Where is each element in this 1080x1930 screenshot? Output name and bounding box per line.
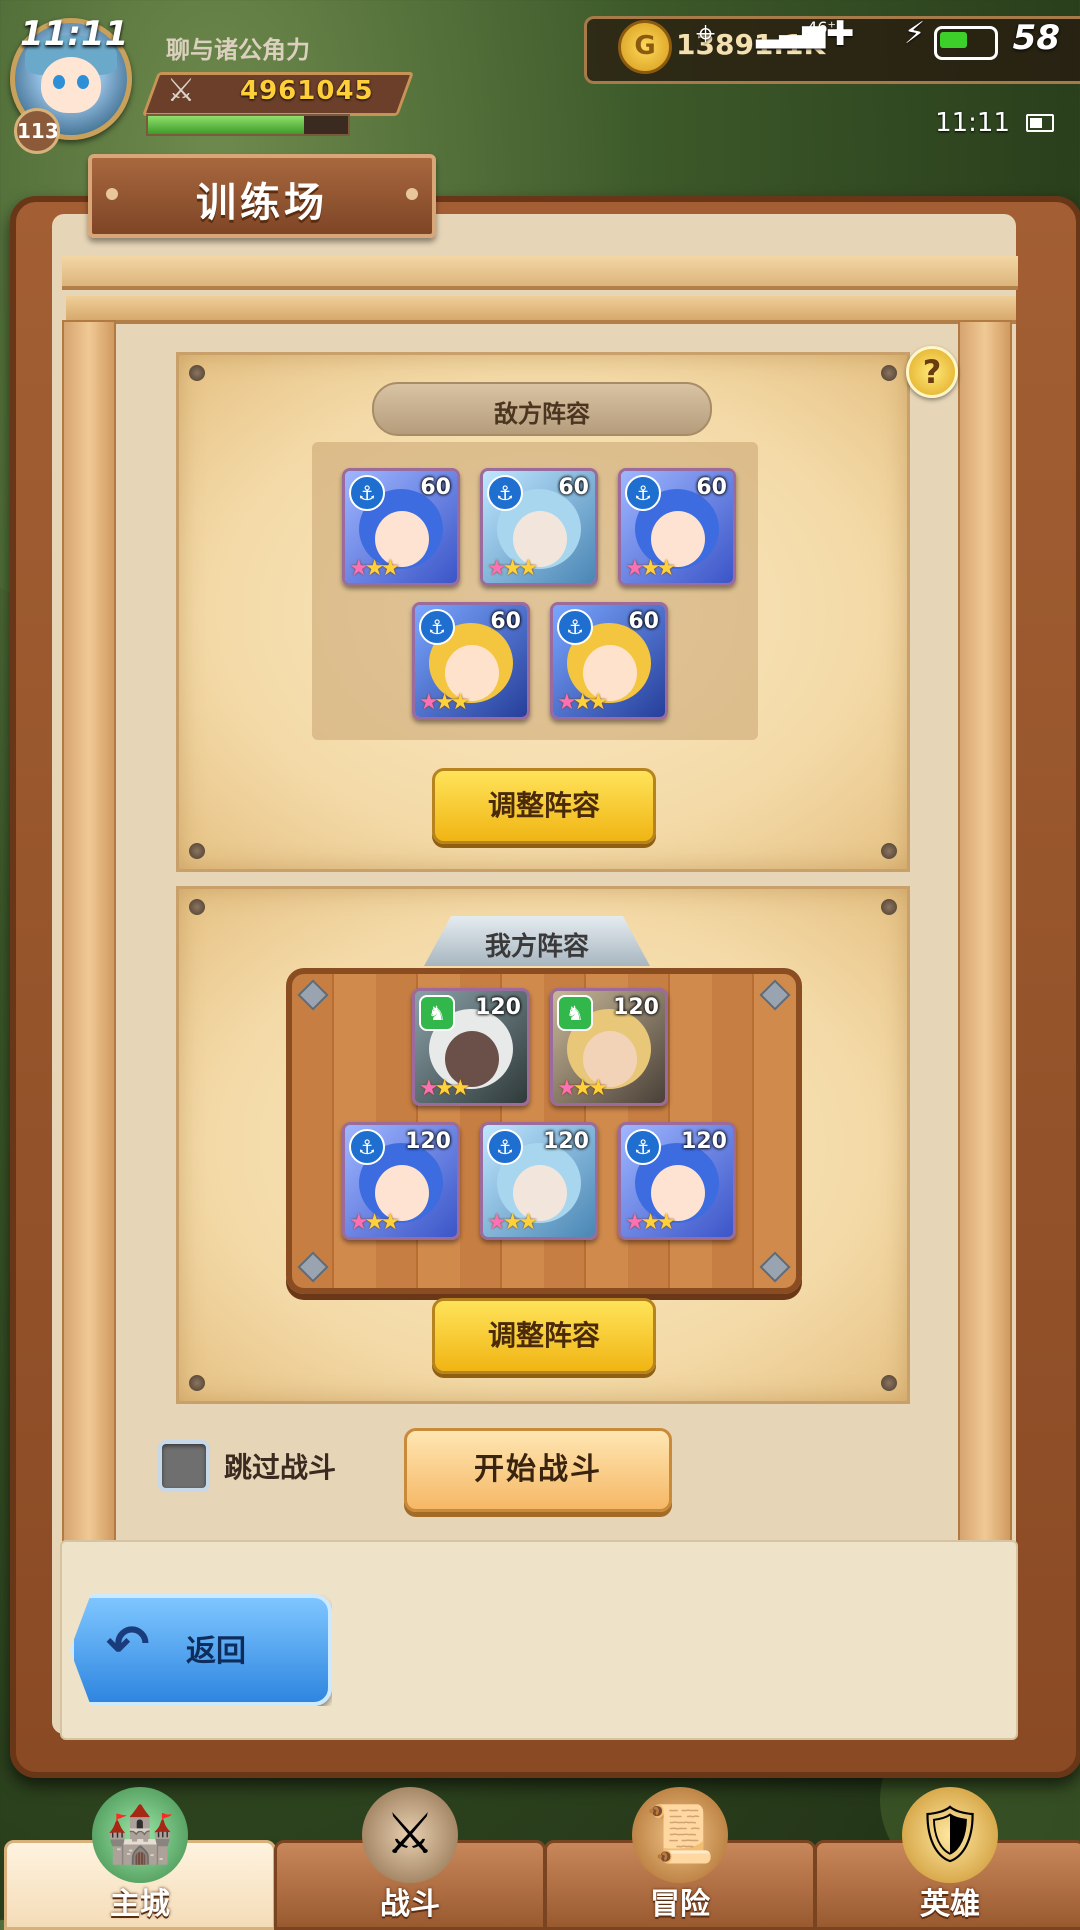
xp-bar (146, 114, 350, 136)
hero-level: 120 (405, 1129, 451, 1154)
nav-tab[interactable]: 🛡 英雄 (814, 1787, 1080, 1930)
bottom-nav: 🏰 主城 ⚔ 战斗 📜 冒险 🛡 英雄 (0, 1787, 1080, 1930)
left-pillar (62, 320, 116, 1574)
hero-level: 60 (490, 609, 521, 634)
crossed-swords-icon: ⚔ (166, 71, 196, 109)
page-title: 训练场 (196, 180, 328, 226)
anchor-class-icon: ⚓ (487, 1129, 523, 1165)
anchor-class-icon: ⚓ (487, 475, 523, 511)
beast-class-icon: ♞ (419, 995, 455, 1031)
ally-hero-card[interactable]: ⚓ 120 ★★★ (480, 1122, 598, 1240)
back-label: 返回 (186, 1634, 246, 1669)
enemy-hero-card[interactable]: ⚓ 60 ★★★ (342, 468, 460, 586)
ally-hero-card[interactable]: ♞ 120 ★★★ (550, 988, 668, 1106)
nav-tab-label: 英雄 (920, 1887, 980, 1922)
combat-power-value: 4961045 (240, 76, 374, 106)
hero-level: 60 (696, 475, 727, 500)
adjust-ally-lineup-button[interactable]: 调整阵容 (432, 1298, 656, 1374)
back-arrow-icon: ↶ (106, 1615, 150, 1675)
hero-stars: ★★★ (557, 690, 608, 715)
ally-lineup-label: 我方阵容 (484, 932, 589, 962)
anchor-class-icon: ⚓ (419, 609, 455, 645)
adjust-enemy-lineup-button[interactable]: 调整阵容 (432, 768, 656, 844)
hero-stars: ★★★ (625, 1210, 676, 1235)
ally-hero-card[interactable]: ⚓ 120 ★★★ (342, 1122, 460, 1240)
xp-bar-fill (148, 116, 304, 134)
battery-level: 58 (1012, 18, 1060, 58)
beast-class-icon: ♞ (557, 995, 593, 1031)
enemy-hero-card[interactable]: ⚓ 60 ★★★ (550, 602, 668, 720)
hero-stars: ★★★ (487, 556, 538, 581)
hero-stars: ★★★ (419, 1076, 470, 1101)
scroll-map-icon: 📜 (632, 1787, 728, 1883)
skip-battle-checkbox[interactable] (158, 1440, 210, 1492)
anchor-class-icon: ⚓ (349, 1129, 385, 1165)
player-level-badge: 113 (14, 108, 60, 154)
help-button[interactable]: ? (906, 346, 958, 398)
network-type: 46⁺ (807, 18, 836, 37)
enemy-hero-card[interactable]: ⚓ 60 ★★★ (480, 468, 598, 586)
hero-level: 120 (613, 995, 659, 1020)
hero-level: 60 (558, 475, 589, 500)
hero-stars: ★★★ (487, 1210, 538, 1235)
nav-tab[interactable]: 📜 冒险 (544, 1787, 816, 1930)
skip-battle-label: 跳过战斗 (224, 1451, 337, 1484)
battery-icon (934, 26, 998, 60)
hero-level: 60 (628, 609, 659, 634)
ally-lineup-ribbon: 我方阵容 (424, 916, 650, 966)
ally-hero-card[interactable]: ♞ 120 ★★★ (412, 988, 530, 1106)
hero-level: 120 (475, 995, 521, 1020)
enemy-hero-card[interactable]: ⚓ 60 ★★★ (618, 468, 736, 586)
gold-coin-icon: G (618, 20, 672, 74)
board-shelf (62, 256, 1018, 290)
hero-level: 120 (543, 1129, 589, 1154)
hero-stars: ★★★ (349, 556, 400, 581)
title-plate: 训练场 (88, 154, 436, 238)
board-shelf (66, 296, 1016, 324)
anchor-class-icon: ⚓ (349, 475, 385, 511)
hero-stars: ★★★ (419, 690, 470, 715)
castle-portal-icon: 🏰 (92, 1787, 188, 1883)
anchor-class-icon: ⚓ (557, 609, 593, 645)
crossed-swords-icon: ⚔ (362, 1787, 458, 1883)
status-time: 11:11 (20, 14, 129, 54)
hero-level: 120 (681, 1129, 727, 1154)
location-icon: ⌖ (696, 14, 716, 54)
nav-tab[interactable]: ⚔ 战斗 (274, 1787, 546, 1930)
start-battle-button[interactable]: 开始战斗 (404, 1428, 672, 1512)
system-clock: 11:11 (935, 108, 1010, 138)
hero-crest-icon: 🛡 (902, 1787, 998, 1883)
player-name: 聊与诸公角力 (166, 36, 310, 64)
anchor-class-icon: ⚓ (625, 1129, 661, 1165)
nav-tab-label: 冒险 (650, 1887, 710, 1922)
ally-hero-card[interactable]: ⚓ 120 ★★★ (618, 1122, 736, 1240)
enemy-hero-card[interactable]: ⚓ 60 ★★★ (412, 602, 530, 720)
nav-tab-label: 战斗 (380, 1887, 440, 1922)
nav-tab-label: 主城 (110, 1887, 170, 1922)
nav-tab[interactable]: 🏰 主城 (4, 1787, 276, 1930)
right-pillar (958, 320, 1012, 1574)
hero-level: 60 (420, 475, 451, 500)
system-battery-icon (1026, 114, 1054, 132)
hero-stars: ★★★ (349, 1210, 400, 1235)
anchor-class-icon: ⚓ (625, 475, 661, 511)
hero-stars: ★★★ (557, 1076, 608, 1101)
charging-icon: ⚡ (904, 16, 926, 51)
enemy-lineup-label: 敌方阵容 (494, 400, 590, 428)
hero-stars: ★★★ (625, 556, 676, 581)
enemy-lineup-ribbon: 敌方阵容 (372, 382, 712, 436)
